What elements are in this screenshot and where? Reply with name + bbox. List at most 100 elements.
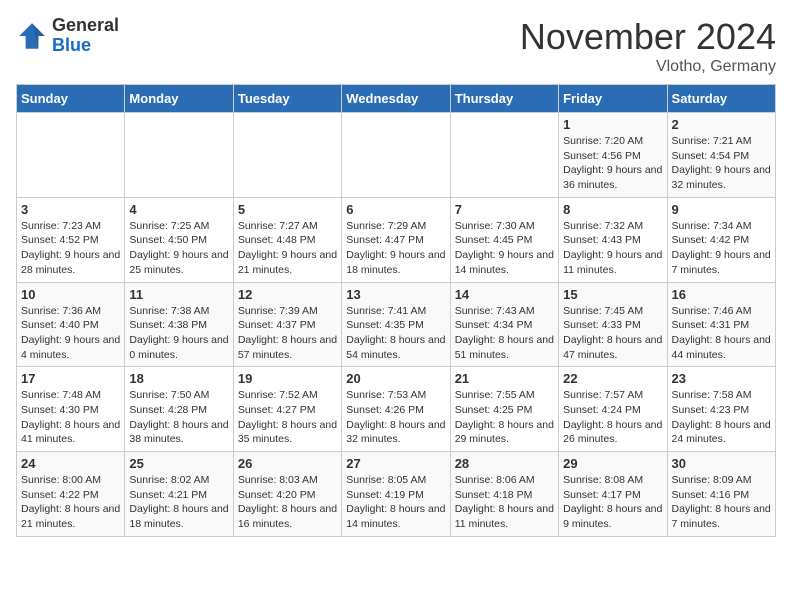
day-info: Sunrise: 7:45 AMSunset: 4:33 PMDaylight:…: [563, 304, 662, 363]
day-info: Sunrise: 7:46 AMSunset: 4:31 PMDaylight:…: [672, 304, 771, 363]
month-title: November 2024: [520, 16, 776, 58]
day-number: 10: [21, 287, 120, 302]
day-info: Sunrise: 7:39 AMSunset: 4:37 PMDaylight:…: [238, 304, 337, 363]
day-number: 24: [21, 456, 120, 471]
calendar-cell: 16 Sunrise: 7:46 AMSunset: 4:31 PMDayligh…: [667, 282, 775, 367]
page-header: General Blue November 2024 Vlotho, Germa…: [16, 16, 776, 76]
day-number: 30: [672, 456, 771, 471]
day-info: Sunrise: 8:06 AMSunset: 4:18 PMDaylight:…: [455, 473, 554, 532]
title-block: November 2024 Vlotho, Germany: [520, 16, 776, 76]
day-number: 13: [346, 287, 445, 302]
day-info: Sunrise: 8:00 AMSunset: 4:22 PMDaylight:…: [21, 473, 120, 532]
day-info: Sunrise: 7:50 AMSunset: 4:28 PMDaylight:…: [129, 388, 228, 447]
calendar-cell: 22Sunrise: 7:57 AMSunset: 4:24 PMDayligh…: [559, 367, 667, 452]
day-number: 11: [129, 287, 228, 302]
day-number: 28: [455, 456, 554, 471]
day-number: 9: [672, 202, 771, 217]
day-number: 2: [672, 117, 771, 132]
day-info: Sunrise: 7:43 AMSunset: 4:34 PMDaylight:…: [455, 304, 554, 363]
logo-icon: [16, 20, 48, 52]
day-number: 19: [238, 371, 337, 386]
calendar-cell: 25Sunrise: 8:02 AMSunset: 4:21 PMDayligh…: [125, 452, 233, 537]
location: Vlotho, Germany: [520, 58, 776, 76]
calendar-cell: 15 Sunrise: 7:45 AMSunset: 4:33 PMDayligh…: [559, 282, 667, 367]
calendar-cell: 28 Sunrise: 8:06 AMSunset: 4:18 PMDayligh…: [450, 452, 558, 537]
calendar-cell: 21Sunrise: 7:55 AMSunset: 4:25 PMDayligh…: [450, 367, 558, 452]
day-info: Sunrise: 8:05 AMSunset: 4:19 PMDaylight:…: [346, 473, 445, 532]
day-info: Sunrise: 7:20 AMSunset: 4:56 PMDaylight:…: [563, 134, 662, 193]
day-info: Sunrise: 7:25 AMSunset: 4:50 PMDaylight:…: [129, 219, 228, 278]
calendar-cell: [125, 113, 233, 198]
calendar-cell: 6Sunrise: 7:29 AMSunset: 4:47 PMDaylight…: [342, 197, 450, 282]
calendar-cell: [450, 113, 558, 198]
calendar-cell: 26Sunrise: 8:03 AMSunset: 4:20 PMDayligh…: [233, 452, 341, 537]
calendar-cell: [342, 113, 450, 198]
calendar-cell: 12 Sunrise: 7:39 AMSunset: 4:37 PMDayligh…: [233, 282, 341, 367]
day-number: 27: [346, 456, 445, 471]
calendar-cell: [17, 113, 125, 198]
logo-blue: Blue: [52, 36, 119, 56]
day-number: 29: [563, 456, 662, 471]
day-number: 16: [672, 287, 771, 302]
day-info: Sunrise: 7:38 AMSunset: 4:38 PMDaylight:…: [129, 304, 228, 363]
day-number: 21: [455, 371, 554, 386]
day-info: Sunrise: 7:41 AMSunset: 4:35 PMDaylight:…: [346, 304, 445, 363]
calendar-cell: 19 Sunrise: 7:52 AMSunset: 4:27 PMDayligh…: [233, 367, 341, 452]
calendar-cell: 3 Sunrise: 7:23 AMSunset: 4:52 PMDaylight…: [17, 197, 125, 282]
calendar-cell: 11 Sunrise: 7:38 AMSunset: 4:38 PMDayligh…: [125, 282, 233, 367]
day-info: Sunrise: 7:30 AMSunset: 4:45 PMDaylight:…: [455, 219, 554, 278]
day-info: Sunrise: 8:02 AMSunset: 4:21 PMDaylight:…: [129, 473, 228, 532]
weekday-header-sunday: Sunday: [17, 85, 125, 113]
day-number: 18: [129, 371, 228, 386]
calendar-cell: 9 Sunrise: 7:34 AMSunset: 4:42 PMDaylight…: [667, 197, 775, 282]
calendar-cell: 23Sunrise: 7:58 AMSunset: 4:23 PMDayligh…: [667, 367, 775, 452]
calendar-cell: 2 Sunrise: 7:21 AMSunset: 4:54 PMDaylight…: [667, 113, 775, 198]
day-info: Sunrise: 7:29 AMSunset: 4:47 PMDaylight:…: [346, 219, 445, 278]
calendar-cell: 30 Sunrise: 8:09 AMSunset: 4:16 PMDayligh…: [667, 452, 775, 537]
week-row-4: 24 Sunrise: 8:00 AMSunset: 4:22 PMDayligh…: [17, 452, 776, 537]
calendar-cell: 13 Sunrise: 7:41 AMSunset: 4:35 PMDayligh…: [342, 282, 450, 367]
weekday-header-wednesday: Wednesday: [342, 85, 450, 113]
weekday-header-tuesday: Tuesday: [233, 85, 341, 113]
day-info: Sunrise: 7:32 AMSunset: 4:43 PMDaylight:…: [563, 219, 662, 278]
calendar-cell: 7 Sunrise: 7:30 AMSunset: 4:45 PMDaylight…: [450, 197, 558, 282]
logo: General Blue: [16, 16, 119, 56]
day-number: 4: [129, 202, 228, 217]
weekday-header-friday: Friday: [559, 85, 667, 113]
weekday-header-monday: Monday: [125, 85, 233, 113]
weekday-header-saturday: Saturday: [667, 85, 775, 113]
calendar-cell: 20Sunrise: 7:53 AMSunset: 4:26 PMDayligh…: [342, 367, 450, 452]
day-number: 3: [21, 202, 120, 217]
calendar-cell: 29 Sunrise: 8:08 AMSunset: 4:17 PMDayligh…: [559, 452, 667, 537]
day-info: Sunrise: 7:23 AMSunset: 4:52 PMDaylight:…: [21, 219, 120, 278]
calendar-cell: 17Sunrise: 7:48 AMSunset: 4:30 PMDayligh…: [17, 367, 125, 452]
day-number: 22: [563, 371, 662, 386]
day-number: 8: [563, 202, 662, 217]
day-info: Sunrise: 7:48 AMSunset: 4:30 PMDaylight:…: [21, 388, 120, 447]
week-row-0: 1 Sunrise: 7:20 AMSunset: 4:56 PMDaylight…: [17, 113, 776, 198]
day-info: Sunrise: 7:34 AMSunset: 4:42 PMDaylight:…: [672, 219, 771, 278]
day-number: 12: [238, 287, 337, 302]
day-number: 14: [455, 287, 554, 302]
calendar-cell: 24 Sunrise: 8:00 AMSunset: 4:22 PMDayligh…: [17, 452, 125, 537]
day-info: Sunrise: 7:58 AMSunset: 4:23 PMDaylight:…: [672, 388, 771, 447]
logo-general: General: [52, 16, 119, 36]
calendar-cell: 27 Sunrise: 8:05 AMSunset: 4:19 PMDayligh…: [342, 452, 450, 537]
calendar-cell: 8 Sunrise: 7:32 AMSunset: 4:43 PMDaylight…: [559, 197, 667, 282]
calendar-cell: 14 Sunrise: 7:43 AMSunset: 4:34 PMDayligh…: [450, 282, 558, 367]
day-info: Sunrise: 7:21 AMSunset: 4:54 PMDaylight:…: [672, 134, 771, 193]
day-number: 7: [455, 202, 554, 217]
calendar-cell: 10 Sunrise: 7:36 AMSunset: 4:40 PMDayligh…: [17, 282, 125, 367]
day-info: Sunrise: 7:53 AMSunset: 4:26 PMDaylight:…: [346, 388, 445, 447]
calendar-cell: 18 Sunrise: 7:50 AMSunset: 4:28 PMDayligh…: [125, 367, 233, 452]
day-number: 1: [563, 117, 662, 132]
day-info: Sunrise: 8:08 AMSunset: 4:17 PMDaylight:…: [563, 473, 662, 532]
calendar: SundayMondayTuesdayWednesdayThursdayFrid…: [16, 84, 776, 537]
week-row-3: 17Sunrise: 7:48 AMSunset: 4:30 PMDayligh…: [17, 367, 776, 452]
day-number: 15: [563, 287, 662, 302]
day-info: Sunrise: 7:36 AMSunset: 4:40 PMDaylight:…: [21, 304, 120, 363]
day-info: Sunrise: 7:52 AMSunset: 4:27 PMDaylight:…: [238, 388, 337, 447]
weekday-header-row: SundayMondayTuesdayWednesdayThursdayFrid…: [17, 85, 776, 113]
week-row-2: 10 Sunrise: 7:36 AMSunset: 4:40 PMDayligh…: [17, 282, 776, 367]
day-info: Sunrise: 8:09 AMSunset: 4:16 PMDaylight:…: [672, 473, 771, 532]
